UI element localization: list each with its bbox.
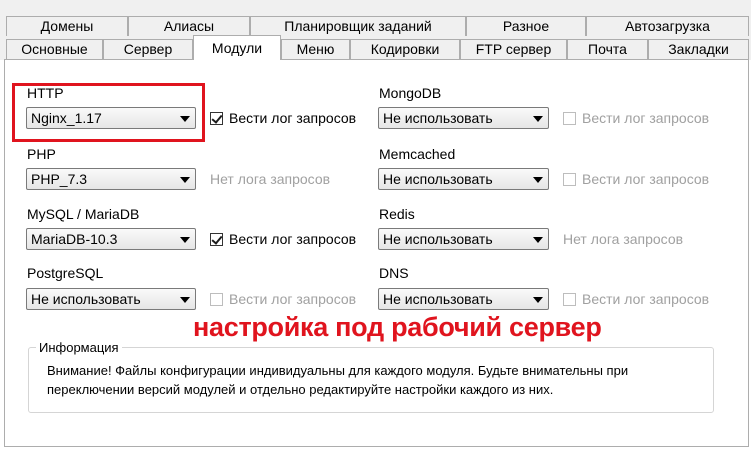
mysql-select[interactable]: MariaDB-10.3 xyxy=(26,228,196,250)
redis-no-log-label: Нет лога запросов xyxy=(563,231,684,247)
memcached-select[interactable]: Не использовать xyxy=(378,168,549,190)
checkmark-icon xyxy=(211,112,223,124)
php-select-value: PHP_7.3 xyxy=(31,171,88,187)
tab-ftp-server[interactable]: FTP сервер xyxy=(460,39,567,59)
chevron-down-icon xyxy=(180,297,190,303)
php-select[interactable]: PHP_7.3 xyxy=(26,168,196,190)
tab-modules[interactable]: Модули xyxy=(193,35,281,60)
http-log-checkbox[interactable] xyxy=(210,112,223,125)
highlight-box xyxy=(12,83,205,142)
chevron-down-icon xyxy=(533,297,543,303)
tab-autoload[interactable]: Автозагрузка xyxy=(586,16,749,36)
postgresql-select[interactable]: Не использовать xyxy=(26,288,196,310)
postgresql-log-checkbox[interactable] xyxy=(210,293,223,306)
php-no-log-label: Нет лога запросов xyxy=(210,171,331,187)
dns-select-value: Не использовать xyxy=(383,291,493,307)
dns-label: DNS xyxy=(379,265,409,281)
tab-scheduler[interactable]: Планировщик заданий xyxy=(250,16,466,36)
tab-bookmarks[interactable]: Закладки xyxy=(648,39,749,59)
dns-select[interactable]: Не использовать xyxy=(378,288,549,310)
mysql-log-label: Вести лог запросов xyxy=(229,231,357,247)
mongodb-select[interactable]: Не использовать xyxy=(378,107,549,129)
http-log-label: Вести лог запросов xyxy=(229,110,357,126)
memcached-select-value: Не использовать xyxy=(383,171,493,187)
redis-select[interactable]: Не использовать xyxy=(378,228,549,250)
chevron-down-icon xyxy=(533,237,543,243)
memcached-log-checkbox[interactable] xyxy=(563,173,576,186)
chevron-down-icon xyxy=(180,237,190,243)
postgresql-select-value: Не использовать xyxy=(31,291,141,307)
tab-misc[interactable]: Разное xyxy=(466,16,586,36)
tab-encodings[interactable]: Кодировки xyxy=(350,39,460,59)
memcached-log-label: Вести лог запросов xyxy=(582,171,710,187)
tab-aliases[interactable]: Алиасы xyxy=(128,16,250,36)
dns-log-checkbox[interactable] xyxy=(563,293,576,306)
tab-mail[interactable]: Почта xyxy=(567,39,648,59)
chevron-down-icon xyxy=(533,177,543,183)
mysql-select-value: MariaDB-10.3 xyxy=(31,231,118,247)
tab-menu[interactable]: Меню xyxy=(281,39,350,59)
chevron-down-icon xyxy=(533,116,543,122)
php-label: PHP xyxy=(27,146,56,162)
mysql-label: MySQL / MariaDB xyxy=(27,206,140,222)
mysql-log-checkbox[interactable] xyxy=(210,233,223,246)
annotation-text: настройка под рабочий сервер xyxy=(193,312,602,342)
redis-label: Redis xyxy=(379,206,415,222)
dns-log-label: Вести лог запросов xyxy=(582,291,710,307)
checkmark-icon xyxy=(211,233,223,245)
info-text: Внимание! Файлы конфигурации индивидуаль… xyxy=(47,363,629,397)
mongodb-log-checkbox[interactable] xyxy=(563,112,576,125)
redis-select-value: Не использовать xyxy=(383,231,493,247)
mongodb-log-label: Вести лог запросов xyxy=(582,110,710,126)
tab-bar: Домены Алиасы Планировщик заданий Разное… xyxy=(0,0,751,60)
info-title: Информация xyxy=(36,340,122,355)
tab-server[interactable]: Сервер xyxy=(103,39,193,59)
mongodb-label: MongoDB xyxy=(379,85,442,101)
postgresql-label: PostgreSQL xyxy=(27,265,104,281)
postgresql-log-label: Вести лог запросов xyxy=(229,291,357,307)
tab-general[interactable]: Основные xyxy=(6,39,103,59)
memcached-label: Memcached xyxy=(379,146,456,162)
chevron-down-icon xyxy=(180,177,190,183)
mongodb-select-value: Не использовать xyxy=(383,110,493,126)
tab-domains[interactable]: Домены xyxy=(6,16,128,36)
